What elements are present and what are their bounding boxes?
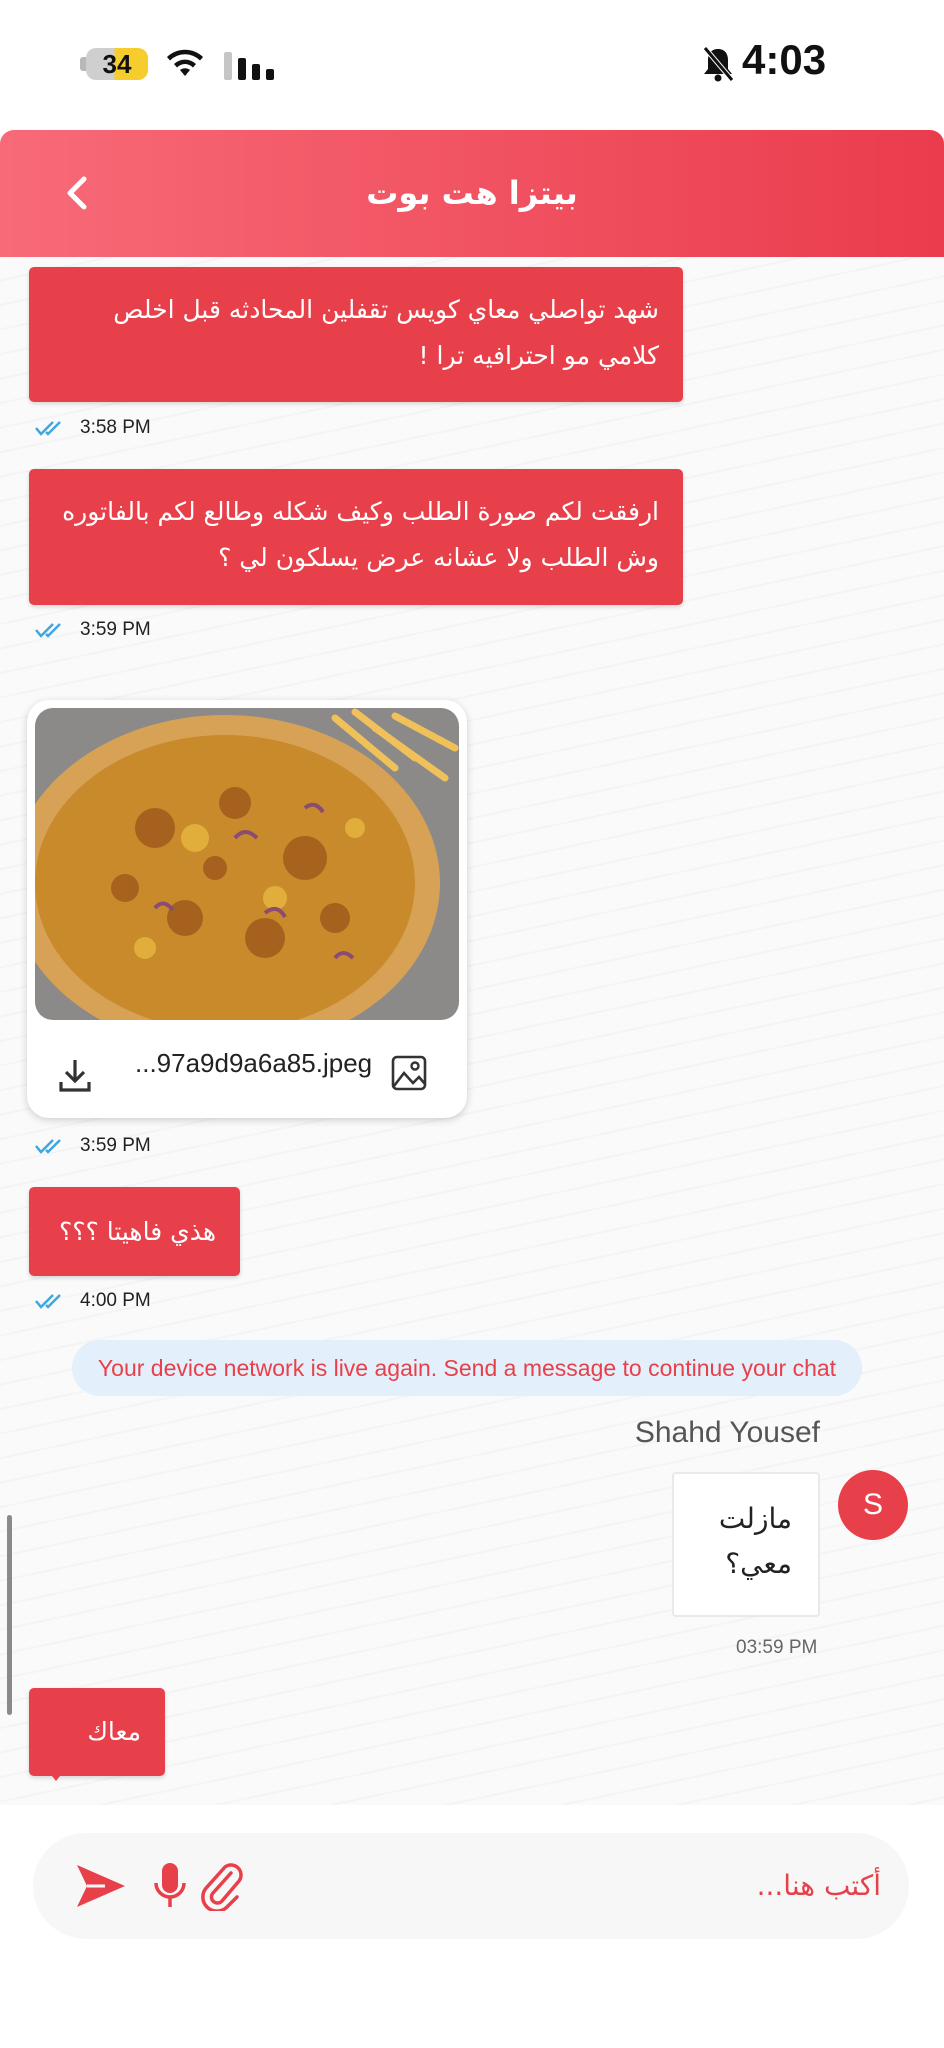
sender-name: Shahd Yousef [634,1416,820,1449]
double-check-icon [35,1139,61,1154]
chat-messages[interactable]: شهد تواصلي معاي كويس تقفلين المحادثه قبل… [0,257,944,1805]
scrollbar[interactable] [7,1515,12,1715]
message-meta: 3:58 PM [34,417,151,439]
battery-indicator: 34 [80,46,148,82]
battery-level: 34 [86,48,148,80]
send-button[interactable] [71,1860,131,1912]
microphone-icon [154,1863,186,1907]
voice-record-button[interactable] [150,1860,190,1912]
attach-button[interactable] [201,1860,245,1912]
cellular-signal-icon [224,50,274,80]
bot-message-bubble: شهد تواصلي معاي كويس تقفلين المحادثه قبل… [29,267,683,402]
attachment-file-row: ...97a9d9a6a85.jpeg [27,1028,467,1118]
double-check-icon [35,1294,61,1309]
message-meta: 3:59 PM [34,619,151,641]
download-icon[interactable] [58,1057,92,1093]
message-time: 3:59 PM [80,1135,151,1156]
wifi-icon [167,49,203,76]
double-check-icon [35,623,61,638]
send-icon [77,1865,125,1907]
chat-header: بيتزا هت بوت [0,130,944,257]
status-time: 4:03 [742,36,827,83]
bot-message-bubble: ارفقت لكم صورة الطلب وكيف شكله وطالع لكم… [29,469,683,605]
paperclip-icon [201,1863,243,1911]
message-time: 3:59 PM [80,619,151,640]
network-notice: Your device network is live again. Send … [72,1340,862,1396]
bot-message-bubble: معاك [29,1688,165,1776]
message-input[interactable]: أكتب هنا... [757,1833,881,1939]
user-message-time: 03:59 PM [736,1637,818,1658]
status-bar: 34 4:03 [0,0,944,130]
avatar: S [838,1470,908,1540]
bell-muted-icon [703,46,734,82]
message-meta: 4:00 PM [34,1290,151,1312]
message-time: 3:58 PM [80,417,151,438]
chat-title: بيتزا هت بوت [366,174,578,212]
message-time: 4:00 PM [80,1290,151,1311]
message-composer[interactable]: أكتب هنا... [33,1833,909,1939]
double-check-icon [35,421,61,436]
bot-message-bubble: هذي فاهيتا ؟؟؟ [29,1187,240,1276]
message-meta: 3:59 PM [34,1135,151,1157]
image-attachment[interactable]: ...97a9d9a6a85.jpeg [27,700,467,1118]
image-file-icon [391,1055,427,1091]
attachment-file-name[interactable]: ...97a9d9a6a85.jpeg [135,1048,372,1079]
pizza-photo[interactable] [35,708,459,1020]
user-message-bubble: مازلت معي؟ [672,1472,820,1617]
bubble-tail [48,1771,64,1781]
